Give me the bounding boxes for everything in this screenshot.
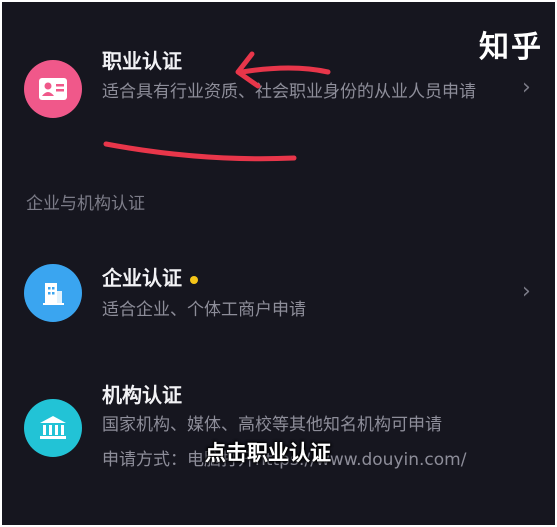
item-description: 适合具有行业资质、社会职业身份的从业人员申请 xyxy=(102,82,476,102)
institution-certification-item[interactable]: 机构认证 国家机构、媒体、高校等其他知名机构可申请 申请方式：电脑打开https… xyxy=(2,357,555,507)
item-title: 职业认证 xyxy=(102,49,182,73)
watermark: 知乎 xyxy=(479,30,543,65)
item-title: 企业认证 xyxy=(102,266,182,290)
enterprise-certification-item[interactable]: 企业认证 适合企业、个体工商户申请 › xyxy=(2,232,555,352)
item-title-row: 企业认证 xyxy=(102,262,198,291)
screen: 职业认证 适合具有行业资质、社会职业身份的从业人员申请 › 企业与机构认证 企业… xyxy=(2,2,555,525)
chevron-right-icon: › xyxy=(522,279,531,304)
video-subtitle: 点击职业认证 xyxy=(205,441,331,465)
chevron-right-icon: › xyxy=(522,75,531,100)
professional-certification-item[interactable]: 职业认证 适合具有行业资质、社会职业身份的从业人员申请 › xyxy=(2,2,555,177)
id-card-icon xyxy=(24,60,82,118)
institution-icon xyxy=(24,399,82,457)
building-icon xyxy=(24,264,82,322)
item-title: 机构认证 xyxy=(102,383,182,407)
notification-dot xyxy=(190,275,198,284)
item-description: 国家机构、媒体、高校等其他知名机构可申请 xyxy=(102,415,442,435)
item-description: 适合企业、个体工商户申请 xyxy=(102,300,306,320)
section-header: 企业与机构认证 xyxy=(26,194,145,214)
